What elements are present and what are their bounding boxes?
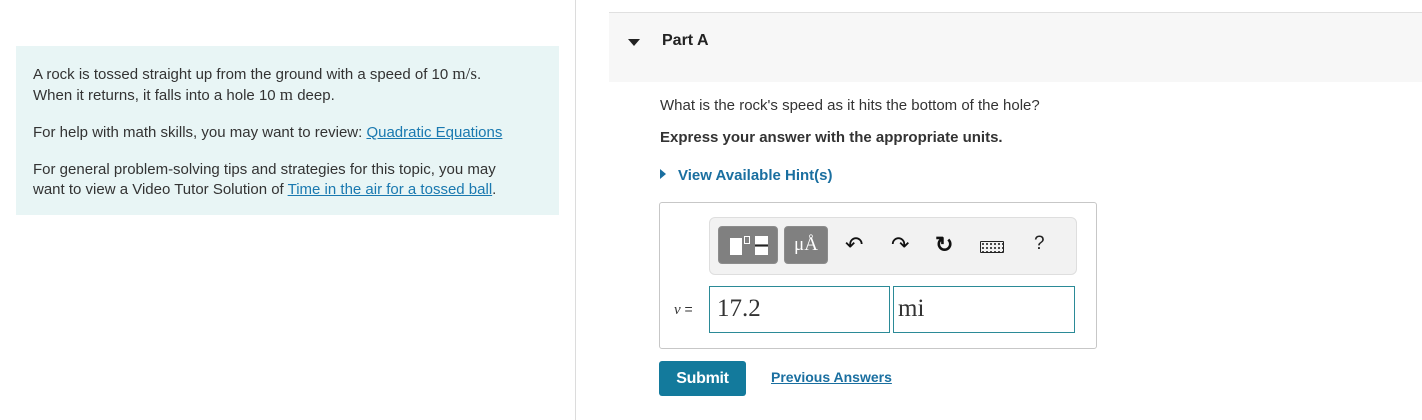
view-hints-toggle[interactable]: View Available Hint(s) — [660, 167, 833, 184]
math-help: For help with math skills, you may want … — [33, 123, 543, 143]
help-icon[interactable]: ? — [1034, 233, 1045, 255]
math-toolbar: μÅ ↶ ↷ ↻ ? — [709, 217, 1077, 275]
variable-symbol: v — [674, 302, 681, 318]
question-text: What is the rock's speed as it hits the … — [660, 97, 1040, 114]
depth-unit: m — [279, 85, 294, 104]
tutor-help-text: For general problem-solving tips and str… — [33, 161, 496, 178]
part-title: Part A — [662, 32, 709, 49]
part-header[interactable]: Part A — [609, 12, 1422, 82]
problem-text: A rock is tossed straight up from the gr… — [33, 66, 453, 83]
caret-down-icon[interactable] — [628, 39, 640, 46]
redo-icon[interactable]: ↷ — [891, 233, 909, 257]
caret-right-icon — [660, 169, 666, 179]
speed-unit: m/s — [452, 64, 477, 83]
problem-intro: A rock is tossed straight up from the gr… — [16, 46, 559, 215]
column-divider — [575, 0, 576, 420]
punctuation: . — [476, 66, 482, 83]
punctuation: . — [492, 181, 497, 198]
variable-label: v = — [674, 301, 693, 319]
undo-icon[interactable]: ↶ — [845, 233, 863, 257]
templates-button[interactable] — [718, 226, 778, 264]
units-button[interactable]: μÅ — [784, 226, 828, 264]
problem-text-3: deep. — [293, 87, 335, 104]
units-icon: μÅ — [794, 234, 818, 255]
instruction-text: Express your answer with the appropriate… — [660, 129, 1003, 146]
quadratic-equations-link[interactable]: Quadratic Equations — [366, 124, 502, 141]
equals-sign: = — [680, 301, 693, 317]
reset-icon[interactable]: ↻ — [935, 233, 953, 257]
tutor-help: For general problem-solving tips and str… — [33, 160, 543, 200]
math-help-text: For help with math skills, you may want … — [33, 124, 367, 141]
answer-unit-input[interactable]: mi — [893, 286, 1075, 333]
problem-text-2: When it returns, it falls into a hole 10 — [33, 87, 280, 104]
answer-box: μÅ ↶ ↷ ↻ ? v = 17.2 mi — [659, 202, 1097, 349]
hint-label: View Available Hint(s) — [678, 167, 833, 184]
keyboard-icon[interactable] — [980, 241, 1004, 253]
previous-answers-link[interactable]: Previous Answers — [771, 369, 892, 385]
video-tutor-link[interactable]: Time in the air for a tossed ball — [288, 181, 493, 198]
tutor-help-text-2: want to view a Video Tutor Solution of — [33, 181, 288, 198]
answer-value-input[interactable]: 17.2 — [709, 286, 890, 333]
problem-statement: A rock is tossed straight up from the gr… — [33, 64, 543, 106]
submit-button[interactable]: Submit — [659, 361, 746, 396]
